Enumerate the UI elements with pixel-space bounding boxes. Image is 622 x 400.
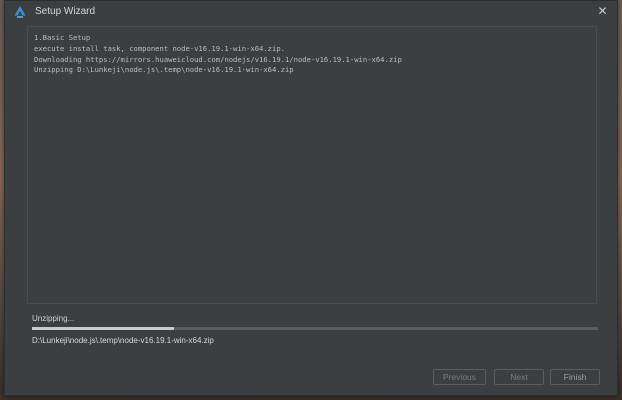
log-line: Downloading https://mirrors.huaweicloud.… (34, 54, 402, 64)
log-line: 1.Basic Setup (34, 33, 91, 42)
app-logo-icon (13, 5, 27, 19)
next-button[interactable]: Next (494, 369, 544, 385)
progress-bar (32, 327, 598, 330)
setup-wizard-window: Setup Wizard ✕ 1.Basic Setup execute inst… (4, 0, 618, 396)
title-bar[interactable]: Setup Wizard ✕ (5, 1, 617, 22)
progress-status: Unzipping... (32, 314, 75, 323)
window-title: Setup Wizard (35, 6, 96, 17)
log-line: execute install task, component node-v16… (34, 43, 285, 53)
previous-button[interactable]: Previous (433, 369, 486, 385)
progress-bar-fill (32, 327, 174, 330)
close-icon[interactable]: ✕ (596, 5, 609, 18)
finish-button[interactable]: Finish (550, 369, 600, 385)
current-file-path: D:\Lunkeji\node.js\.temp\node-v16.19.1-w… (32, 336, 214, 345)
log-line: Unzipping D:\Lunkeji\node.js\.temp\node-… (34, 65, 294, 75)
install-log[interactable]: 1.Basic Setup execute install task, compo… (27, 26, 597, 304)
